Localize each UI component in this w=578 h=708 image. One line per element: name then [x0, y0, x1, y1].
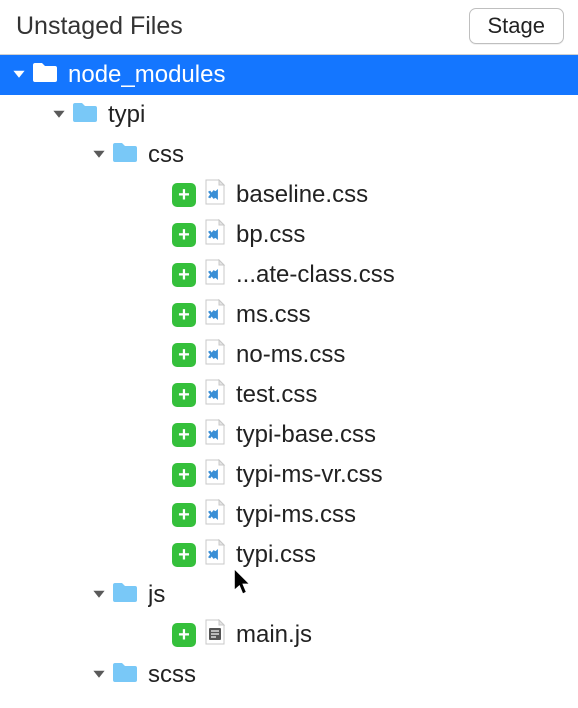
chevron-down-icon[interactable]: [12, 68, 32, 82]
tree-item-label: main.js: [236, 621, 312, 649]
chevron-down-icon[interactable]: [52, 108, 72, 122]
tree-item-label: typi-ms-vr.css: [236, 461, 383, 489]
vscode-file-icon: [204, 539, 236, 572]
status-added-icon: [172, 263, 196, 287]
tree-item-label: node_modules: [68, 61, 225, 89]
tree-file[interactable]: typi-base.css: [0, 415, 578, 455]
folder-icon: [72, 101, 108, 130]
tree-file[interactable]: ms.css: [0, 295, 578, 335]
tree-item-label: bp.css: [236, 221, 305, 249]
vscode-file-icon: [204, 459, 236, 492]
tree-folder[interactable]: js: [0, 575, 578, 615]
folder-icon: [112, 141, 148, 170]
tree-file[interactable]: typi-ms-vr.css: [0, 455, 578, 495]
tree-item-label: no-ms.css: [236, 341, 345, 369]
status-added-icon: [172, 183, 196, 207]
tree-item-label: css: [148, 141, 184, 169]
folder-icon: [112, 581, 148, 610]
tree-file[interactable]: no-ms.css: [0, 335, 578, 375]
tree-file[interactable]: bp.css: [0, 215, 578, 255]
tree-item-label: ...ate-class.css: [236, 261, 395, 289]
vscode-file-icon: [204, 179, 236, 212]
tree-file[interactable]: typi.css: [0, 535, 578, 575]
status-added-icon: [172, 623, 196, 647]
tree-item-label: typi.css: [236, 541, 316, 569]
unstaged-header: Unstaged Files Stage: [0, 0, 578, 55]
vscode-file-icon: [204, 339, 236, 372]
status-added-icon: [172, 503, 196, 527]
vscode-file-icon: [204, 219, 236, 252]
vscode-file-icon: [204, 379, 236, 412]
tree-item-label: test.css: [236, 381, 317, 409]
tree-item-label: typi-base.css: [236, 421, 376, 449]
tree-file[interactable]: main.js: [0, 615, 578, 655]
tree-item-label: js: [148, 581, 165, 609]
vscode-file-icon: [204, 499, 236, 532]
status-added-icon: [172, 343, 196, 367]
folder-icon: [112, 661, 148, 690]
status-added-icon: [172, 543, 196, 567]
chevron-down-icon[interactable]: [92, 148, 112, 162]
tree-file[interactable]: typi-ms.css: [0, 495, 578, 535]
status-added-icon: [172, 383, 196, 407]
tree-folder[interactable]: css: [0, 135, 578, 175]
file-tree: node_modulestypicss baseline.css bp.css …: [0, 55, 578, 695]
tree-item-label: scss: [148, 661, 196, 689]
tree-file[interactable]: baseline.css: [0, 175, 578, 215]
chevron-down-icon[interactable]: [92, 668, 112, 682]
status-added-icon: [172, 223, 196, 247]
tree-item-label: ms.css: [236, 301, 311, 329]
tree-folder[interactable]: typi: [0, 95, 578, 135]
tree-item-label: typi: [108, 101, 145, 129]
tree-folder[interactable]: node_modules: [0, 55, 578, 95]
vscode-file-icon: [204, 299, 236, 332]
folder-icon: [32, 61, 68, 90]
status-added-icon: [172, 423, 196, 447]
tree-file[interactable]: ...ate-class.css: [0, 255, 578, 295]
tree-item-label: typi-ms.css: [236, 501, 356, 529]
js-file-icon: [204, 619, 236, 652]
status-added-icon: [172, 463, 196, 487]
chevron-down-icon[interactable]: [92, 588, 112, 602]
status-added-icon: [172, 303, 196, 327]
tree-folder[interactable]: scss: [0, 655, 578, 695]
stage-button[interactable]: Stage: [469, 8, 565, 44]
vscode-file-icon: [204, 419, 236, 452]
tree-file[interactable]: test.css: [0, 375, 578, 415]
tree-item-label: baseline.css: [236, 181, 368, 209]
panel-title: Unstaged Files: [16, 12, 183, 41]
vscode-file-icon: [204, 259, 236, 292]
